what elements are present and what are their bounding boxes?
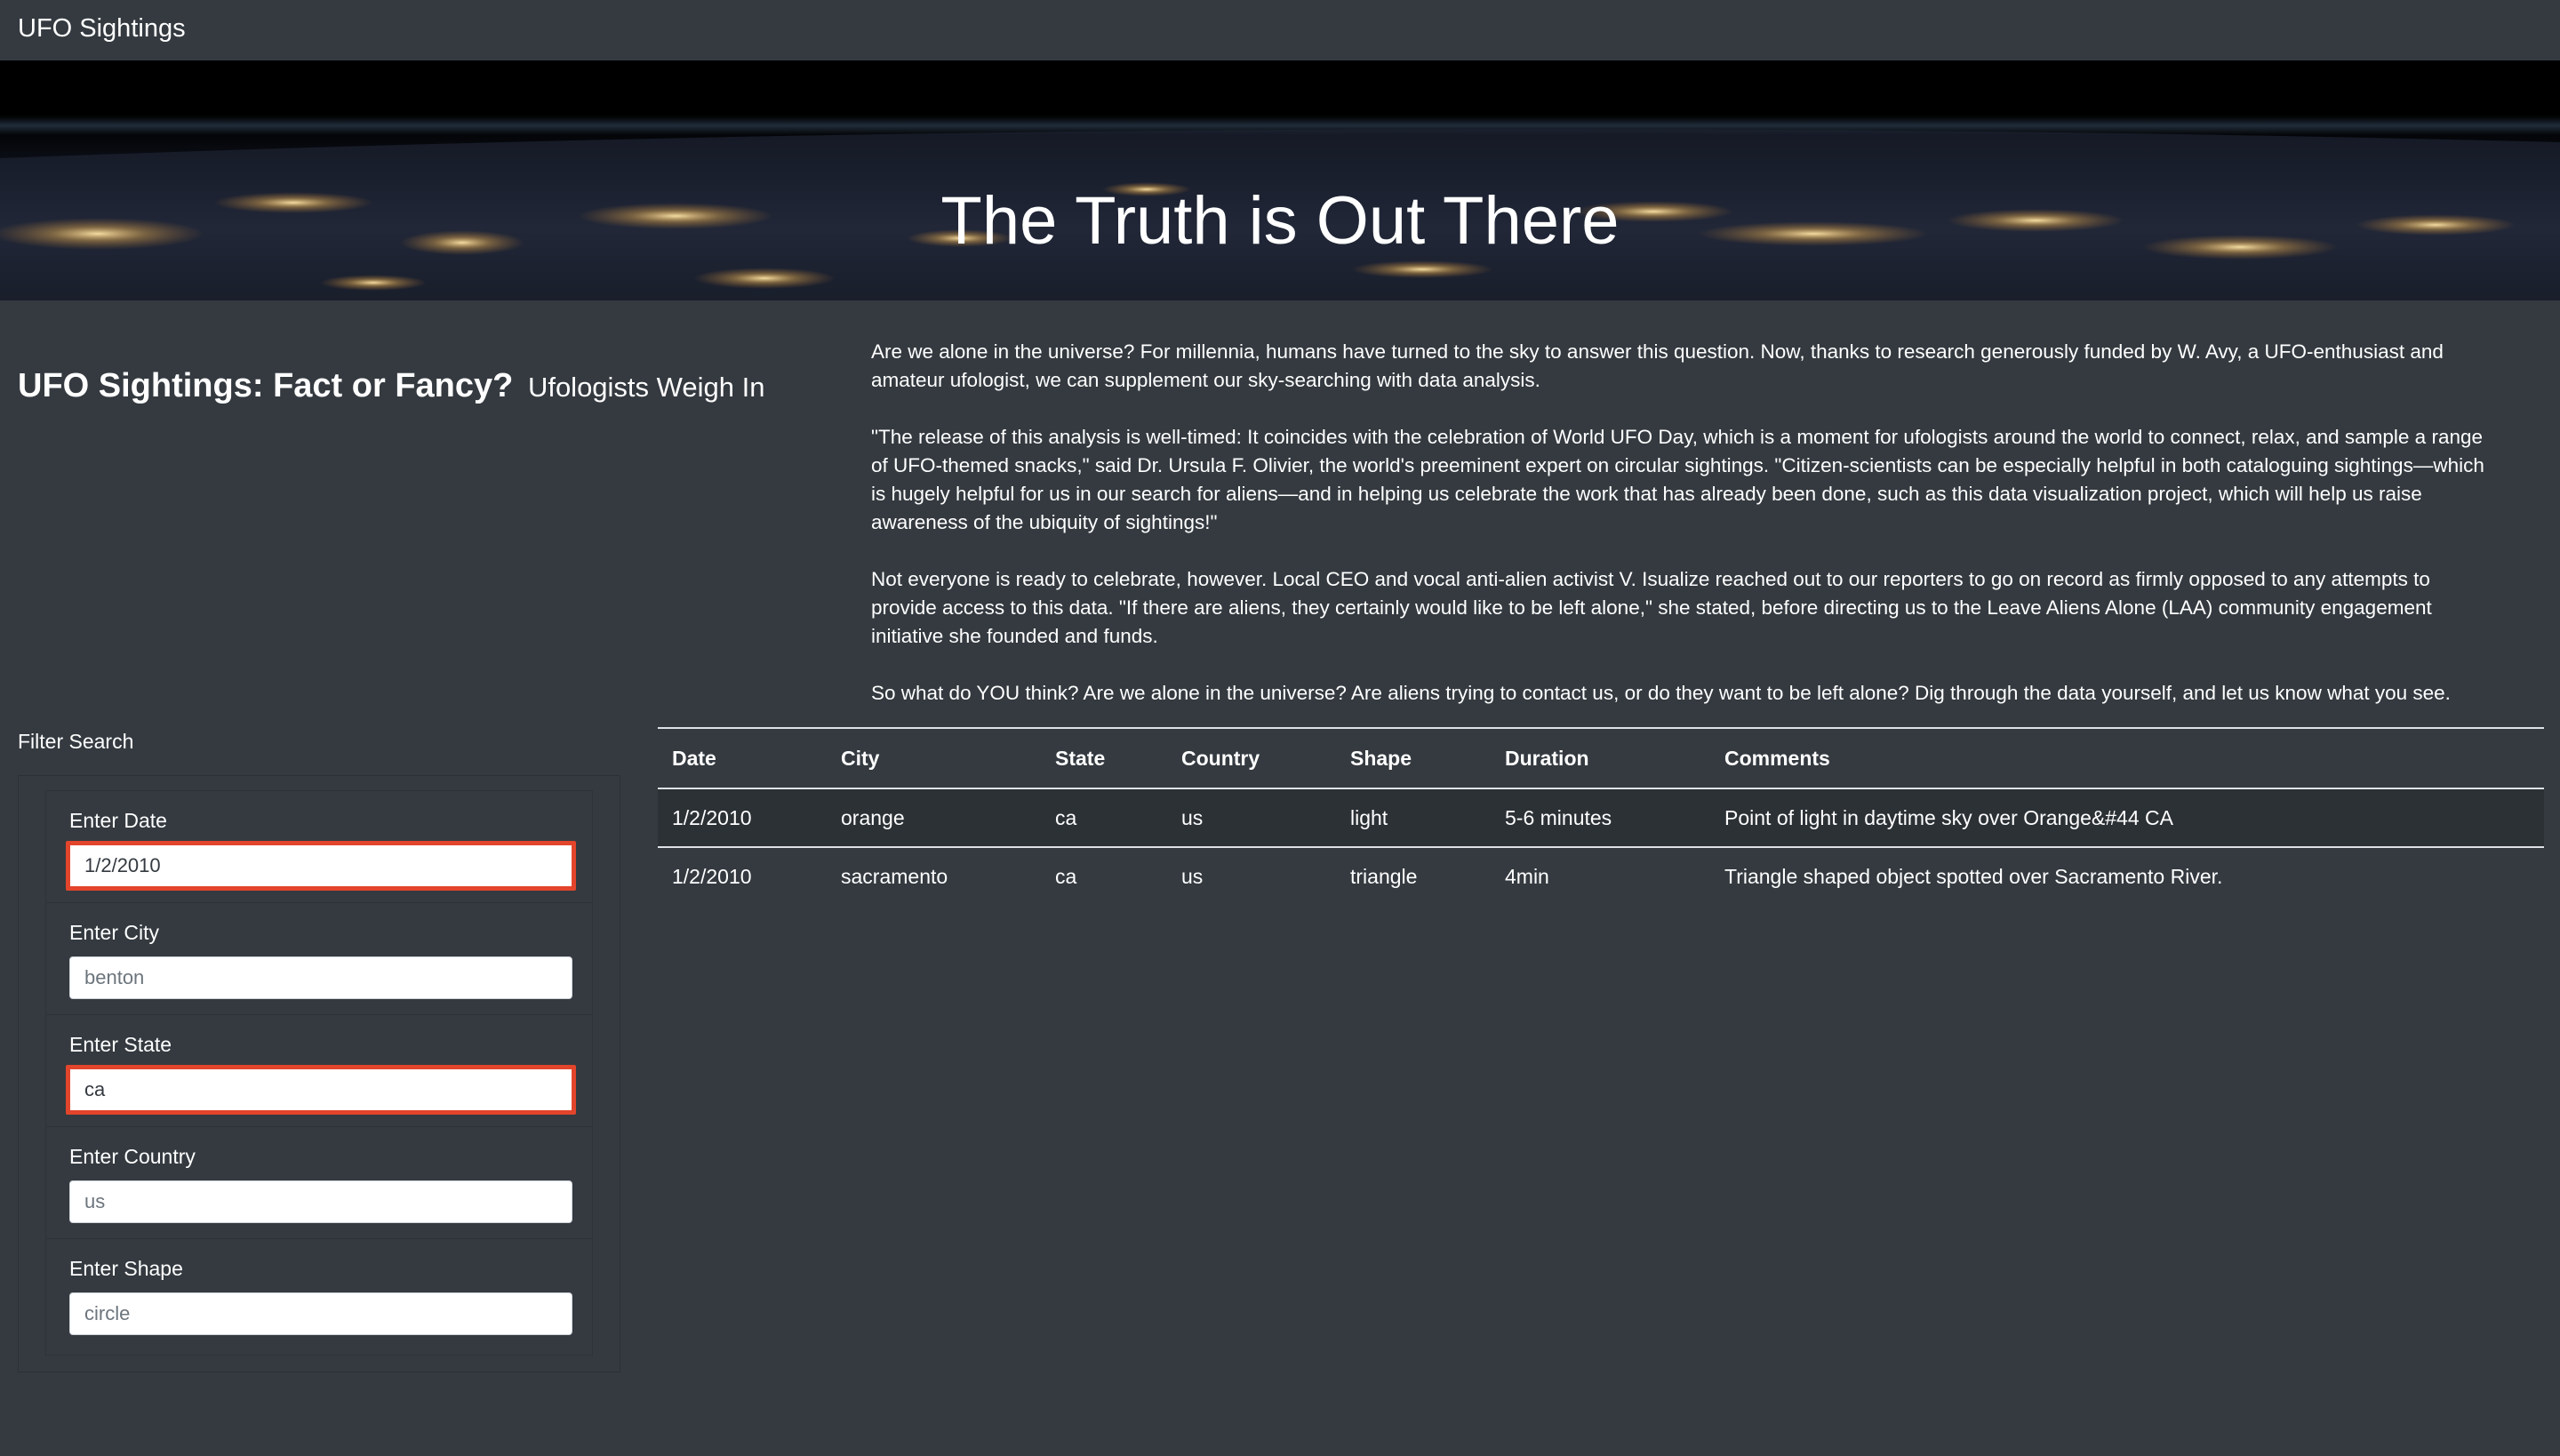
- filter-search-title: Filter Search: [18, 730, 134, 753]
- state-filter-label: Enter State: [69, 1033, 172, 1056]
- cell-country: us: [1167, 788, 1336, 848]
- date-filter-input[interactable]: [66, 841, 576, 891]
- filter-item-state: Enter State: [46, 1015, 592, 1127]
- filter-item-date: Enter Date: [46, 791, 592, 903]
- article-paragraph: "The release of this analysis is well-ti…: [871, 426, 2484, 533]
- city-filter-input[interactable]: [69, 956, 572, 999]
- hero-title: The Truth is Out There: [940, 182, 1620, 259]
- cell-duration: 5-6 minutes: [1491, 788, 1710, 848]
- ufo-sightings-table: Date City State Country Shape Duration C…: [658, 727, 2544, 905]
- navbar: UFO Sightings: [0, 0, 2560, 60]
- column-header-city: City: [827, 727, 1041, 789]
- column-header-comments: Comments: [1710, 727, 2544, 789]
- country-filter-label: Enter Country: [69, 1145, 196, 1168]
- cell-comments: Point of light in daytime sky over Orang…: [1710, 788, 2544, 848]
- table-body: 1/2/2010 orange ca us light 5-6 minutes …: [658, 788, 2544, 905]
- shape-filter-input[interactable]: [69, 1292, 572, 1335]
- column-header-shape: Shape: [1336, 727, 1491, 789]
- table-header-row: Date City State Country Shape Duration C…: [658, 727, 2544, 789]
- intro-heading-title: UFO Sightings: Fact or Fancy?: [18, 366, 514, 404]
- cell-country: us: [1181, 864, 1204, 888]
- cell-shape: light: [1336, 788, 1491, 848]
- column-header-duration: Duration: [1491, 727, 1710, 789]
- filter-panel: Enter Date Enter City Enter State Enter …: [18, 775, 620, 1372]
- cell-state: ca: [1041, 788, 1167, 848]
- cell-state: ca: [1055, 864, 1077, 888]
- cell-comments: Triangle shaped object spotted over Sacr…: [1724, 864, 2223, 888]
- filter-item-city: Enter City: [46, 903, 592, 1015]
- filter-list: Enter Date Enter City Enter State Enter …: [45, 790, 593, 1356]
- column-header-state: State: [1041, 727, 1167, 789]
- intro-heading: UFO Sightings: Fact or Fancy? Ufologists…: [18, 364, 764, 409]
- cell-date: 1/2/2010: [658, 788, 827, 848]
- article-paragraph: So what do YOU think? Are we alone in th…: [871, 682, 2451, 704]
- intro-subheading: Ufologists Weigh In: [527, 371, 765, 403]
- ufo-table-container: Date City State Country Shape Duration C…: [658, 727, 2544, 905]
- column-header-date: Date: [658, 727, 827, 789]
- city-filter-label: Enter City: [69, 921, 159, 944]
- table-row: 1/2/2010 sacramento ca us triangle 4min …: [658, 847, 2544, 905]
- navbar-brand-link[interactable]: UFO Sightings: [18, 12, 186, 44]
- state-filter-input[interactable]: [66, 1065, 576, 1115]
- article-paragraph: Not everyone is ready to celebrate, howe…: [871, 568, 2432, 647]
- cell-city: sacramento: [841, 864, 948, 888]
- cell-shape: triangle: [1350, 864, 1418, 888]
- shape-filter-label: Enter Shape: [69, 1257, 183, 1280]
- article-paragraph: Are we alone in the universe? For millen…: [871, 340, 2444, 391]
- table-row: 1/2/2010 orange ca us light 5-6 minutes …: [658, 788, 2544, 848]
- cell-date: 1/2/2010: [672, 864, 752, 888]
- date-filter-label: Enter Date: [69, 809, 167, 832]
- intro-article: Are we alone in the universe? For millen…: [871, 338, 2498, 736]
- country-filter-input[interactable]: [69, 1180, 572, 1223]
- filter-item-country: Enter Country: [46, 1127, 592, 1239]
- hero-banner: The Truth is Out There: [0, 60, 2560, 300]
- cell-duration: 4min: [1505, 864, 1549, 888]
- cell-city: orange: [827, 788, 1041, 848]
- filter-item-shape: Enter Shape: [46, 1239, 592, 1355]
- table-header: Date City State Country Shape Duration C…: [658, 727, 2544, 789]
- column-header-country: Country: [1167, 727, 1336, 789]
